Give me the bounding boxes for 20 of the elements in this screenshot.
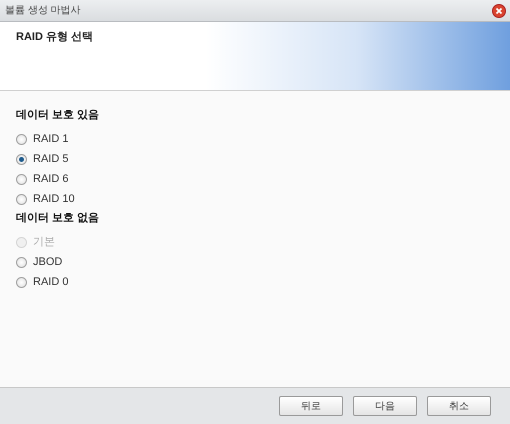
radio-label[interactable]: RAID 1 (33, 131, 68, 148)
wizard-button[interactable]: 취소 (427, 396, 491, 416)
wizard-button[interactable]: 뒤로 (279, 396, 343, 416)
radio-label[interactable]: RAID 0 (33, 274, 68, 290)
radio-label[interactable]: RAID 10 (33, 191, 75, 208)
group-heading: 데이터 보호 없음 (16, 210, 100, 226)
radio-label[interactable]: JBOD (33, 254, 62, 270)
wizard-button[interactable]: 다음 (353, 396, 417, 416)
radio-label[interactable]: RAID 6 (33, 171, 68, 188)
radio-button[interactable] (16, 134, 27, 145)
radio-button[interactable] (16, 154, 27, 165)
window-title: 볼륨 생성 마법사 (5, 4, 81, 18)
radio-button[interactable] (16, 276, 27, 288)
radio-button[interactable] (16, 256, 27, 268)
close-icon[interactable] (492, 4, 506, 18)
group-heading: 데이터 보호 있음 (16, 108, 100, 123)
step-title: RAID 유형 선택 (16, 30, 94, 45)
radio-label[interactable]: RAID 5 (33, 151, 68, 168)
radio-button[interactable] (16, 194, 27, 205)
radio-button[interactable] (16, 174, 27, 185)
